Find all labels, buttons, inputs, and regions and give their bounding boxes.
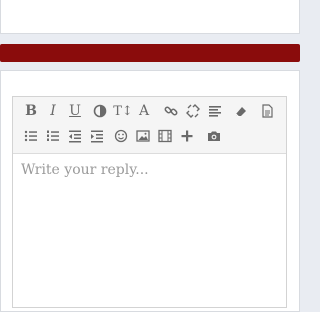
smiley-icon[interactable] bbox=[111, 126, 131, 146]
plus-icon[interactable] bbox=[177, 126, 197, 146]
color-contrast-icon[interactable] bbox=[90, 101, 110, 121]
indent-icon[interactable] bbox=[87, 126, 107, 146]
align-icon[interactable] bbox=[205, 101, 225, 121]
font-family-button[interactable]: A bbox=[134, 101, 154, 121]
eraser-icon[interactable] bbox=[231, 101, 251, 121]
font-size-button[interactable]: T↕ bbox=[113, 101, 133, 121]
camera-icon[interactable] bbox=[204, 126, 224, 146]
italic-button[interactable]: I bbox=[43, 101, 63, 121]
accent-bar bbox=[0, 44, 300, 62]
reply-editor: B I U T↕ A Write your reply... bbox=[12, 96, 287, 308]
source-document-icon[interactable] bbox=[257, 101, 277, 121]
link-icon[interactable] bbox=[161, 101, 181, 121]
bullet-list-icon[interactable] bbox=[21, 126, 41, 146]
previous-post-card bbox=[0, 0, 300, 34]
editor-toolbar: B I U T↕ A bbox=[13, 97, 286, 154]
numbered-list-icon[interactable] bbox=[43, 126, 63, 146]
outdent-icon[interactable] bbox=[65, 126, 85, 146]
video-icon[interactable] bbox=[155, 126, 175, 146]
unlink-icon[interactable] bbox=[183, 101, 203, 121]
reply-text-area[interactable]: Write your reply... bbox=[13, 154, 286, 307]
underline-button[interactable]: U bbox=[65, 101, 85, 121]
bold-button[interactable]: B bbox=[21, 101, 41, 121]
image-icon[interactable] bbox=[133, 126, 153, 146]
